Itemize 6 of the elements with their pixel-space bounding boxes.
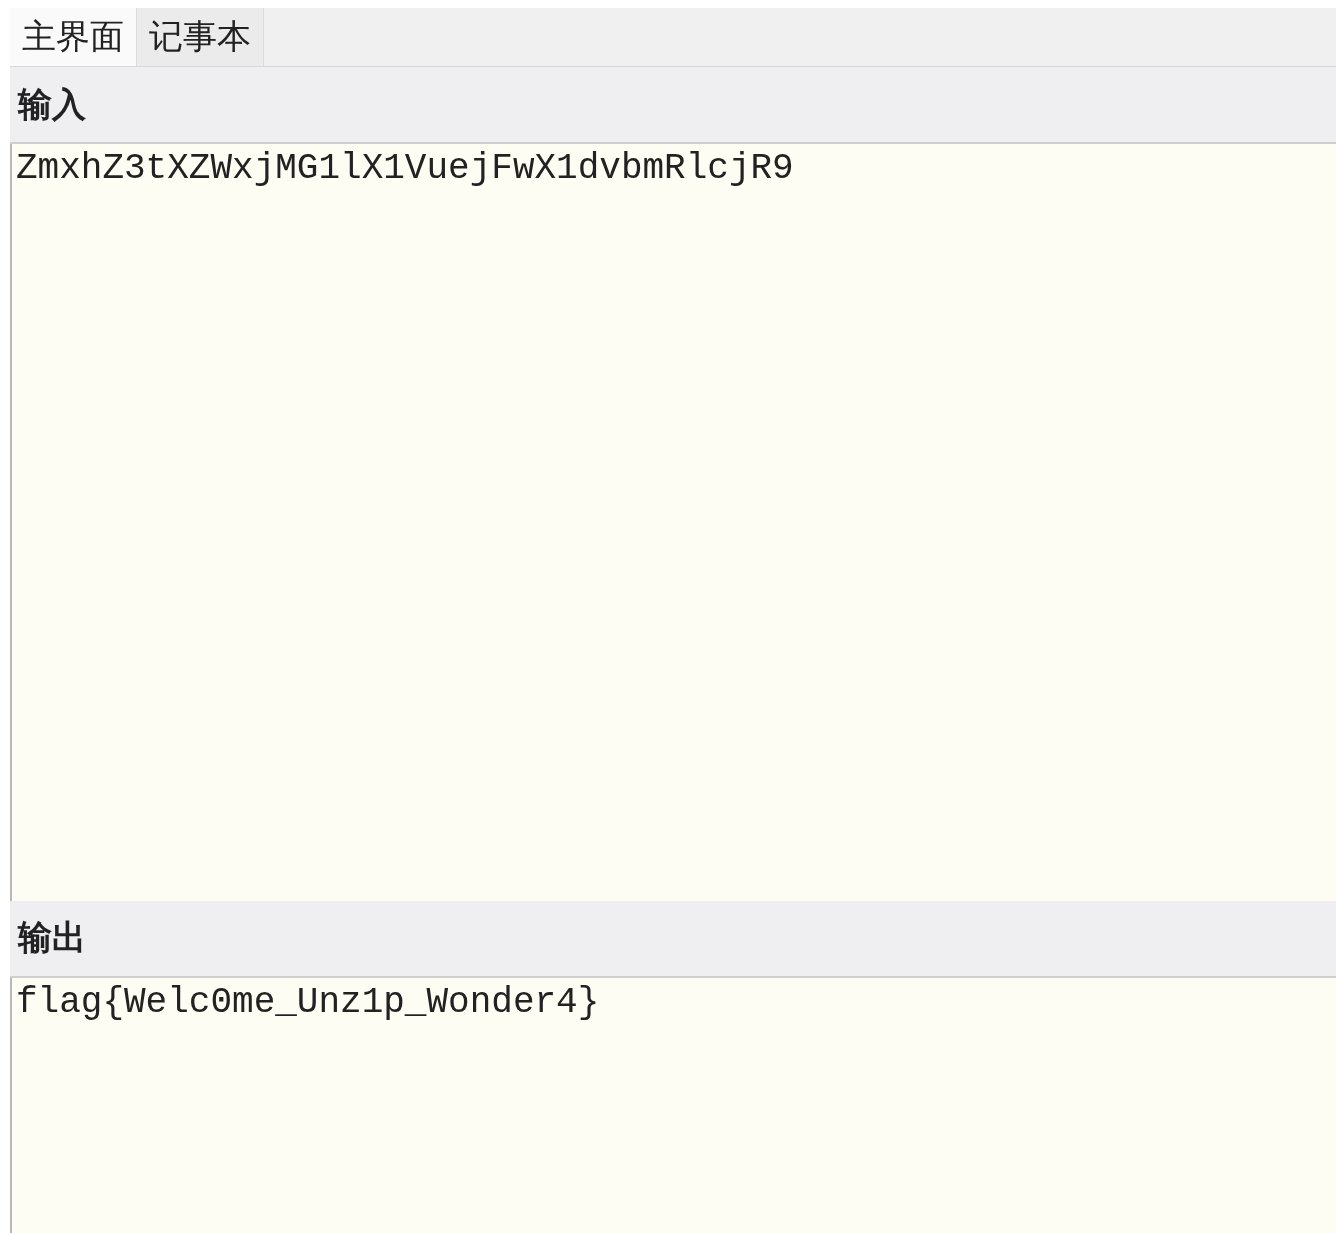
text-area[interactable]: flag{Welc0me_Unz1p_Wonder4} bbox=[10, 977, 1336, 1233]
tab[interactable]: 记事本 bbox=[137, 8, 264, 66]
section-label: 输出 bbox=[10, 900, 1336, 978]
text-area[interactable]: ZmxhZ3tXZWxjMG1lX1VuejFwX1dvbmRlcjR9 bbox=[10, 144, 1336, 901]
section-label: 输入 bbox=[10, 67, 1336, 144]
tab[interactable]: 主界面 bbox=[10, 8, 137, 66]
